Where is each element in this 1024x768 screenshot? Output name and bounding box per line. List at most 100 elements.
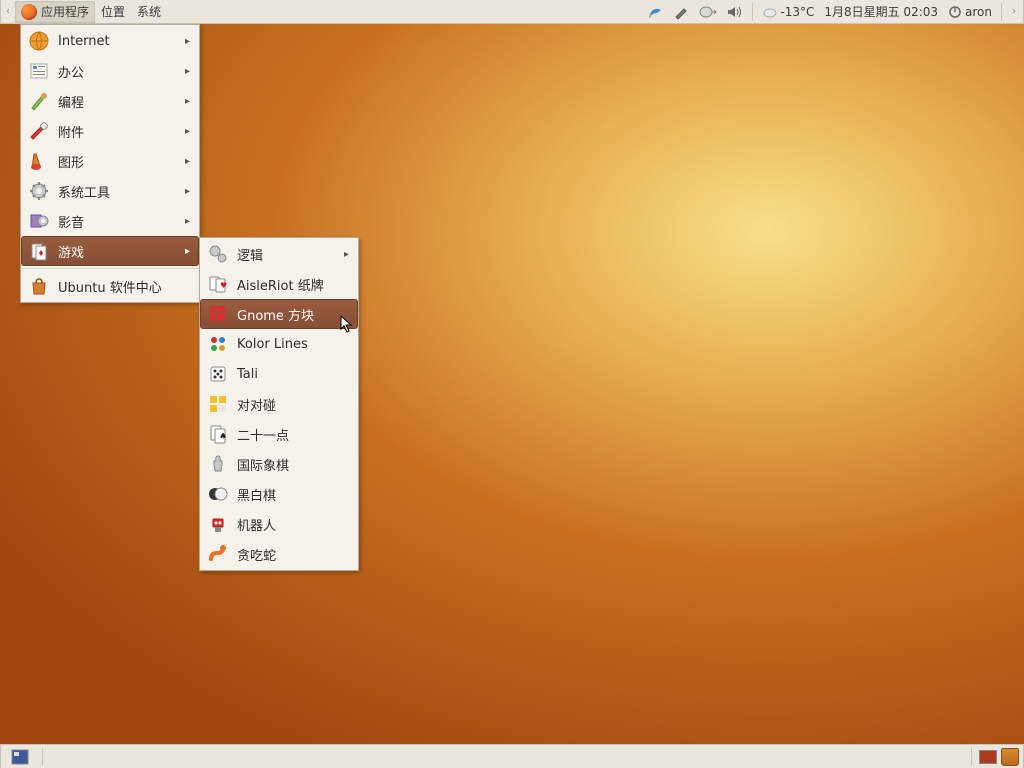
menu-item-label: 办公	[58, 62, 177, 81]
menu-item-label: 机器人	[237, 515, 349, 534]
games-menu-item-10[interactable]: 贪吃蛇	[200, 539, 358, 569]
software-center-item[interactable]: Ubuntu 软件中心	[21, 271, 199, 301]
dice-icon	[207, 363, 229, 385]
menu-item-label: Internet	[58, 34, 177, 49]
cards2-icon: ♥	[207, 273, 229, 295]
tray-weather[interactable]: -13°C	[758, 1, 818, 23]
menu-system[interactable]: 系统	[131, 1, 167, 23]
globe-icon	[28, 30, 50, 52]
app-menu-item-7[interactable]: 游戏 ▸	[21, 236, 199, 266]
menu-separator	[21, 268, 199, 269]
menu-item-label: 逻辑	[237, 245, 336, 264]
submenu-arrow-icon: ▸	[185, 156, 190, 167]
menu-system-label: 系统	[137, 3, 161, 20]
bottom-panel	[0, 744, 1024, 768]
submenu-arrow-icon: ▸	[185, 36, 190, 47]
menu-item-label: 系统工具	[58, 182, 177, 201]
cards-icon	[28, 240, 50, 262]
games-submenu: 逻辑 ▸ ♥ AisleRiot 纸牌 Gnome 方块 Kolor Lines Tali 对…	[199, 237, 359, 571]
temperature-label: -13°C	[780, 5, 814, 19]
app-menu-item-1[interactable]: 办公 ▸	[21, 56, 199, 86]
show-desktop-button[interactable]	[5, 746, 35, 768]
trash-icon[interactable]	[1001, 748, 1019, 766]
panel-separator	[42, 748, 43, 766]
tray-volume-icon[interactable]	[723, 1, 747, 23]
menu-applications[interactable]: 应用程序	[15, 1, 95, 23]
games-menu-item-2[interactable]: Gnome 方块	[200, 299, 358, 329]
menu-item-label: 二十一点	[237, 425, 349, 444]
tray-network-icon[interactable]	[695, 1, 721, 23]
tray-clock[interactable]: 1月8日星期五 02:03	[820, 1, 942, 23]
menu-places-label: 位置	[101, 3, 125, 20]
tray-thunderbird-icon[interactable]	[643, 1, 667, 23]
submenu-arrow-icon: ▸	[185, 186, 190, 197]
games-menu-item-4[interactable]: Tali	[200, 359, 358, 389]
tray-user-menu[interactable]: aron	[944, 1, 996, 23]
power-icon	[948, 5, 962, 19]
bag-icon	[28, 275, 50, 297]
submenu-arrow-icon: ▸	[185, 246, 190, 257]
tray-pen-icon[interactable]	[669, 1, 693, 23]
menu-item-label: AisleRiot 纸牌	[237, 275, 349, 294]
app-menu-item-0[interactable]: Internet ▸	[21, 26, 199, 56]
panel-scroll-left[interactable]: ‹	[1, 1, 15, 23]
tray-separator	[1001, 3, 1002, 21]
games-menu-item-9[interactable]: 机器人	[200, 509, 358, 539]
menu-places[interactable]: 位置	[95, 1, 131, 23]
bj-icon: ♠	[207, 423, 229, 445]
software-center-label: Ubuntu 软件中心	[58, 277, 190, 296]
games-menu-item-8[interactable]: 黑白棋	[200, 479, 358, 509]
office-icon	[28, 60, 50, 82]
svg-text:♠: ♠	[219, 432, 227, 442]
menu-item-label: Gnome 方块	[237, 305, 349, 324]
app-menu-item-2[interactable]: 编程▸	[21, 86, 199, 116]
applications-menu: Internet▸办公▸编程▸附件▸图形▸系统工具▸影音▸游戏▸Ubuntu 软…	[20, 24, 200, 303]
app-menu-item-5[interactable]: 系统工具 ▸	[21, 176, 199, 206]
submenu-arrow-icon: ▸	[185, 66, 190, 77]
knife-icon	[28, 120, 50, 142]
kolor-icon	[207, 333, 229, 355]
panel-scroll-right[interactable]: ›	[1007, 1, 1021, 23]
svg-text:♥: ♥	[220, 281, 227, 290]
media-icon	[28, 210, 50, 232]
gear-icon	[28, 180, 50, 202]
submenu-arrow-icon: ▸	[185, 96, 190, 107]
tray-separator	[752, 3, 753, 21]
submenu-arrow-icon: ▸	[185, 126, 190, 137]
match-icon	[207, 393, 229, 415]
menu-item-label: 对对碰	[237, 395, 349, 414]
menu-item-label: Tali	[237, 367, 349, 382]
menu-item-label: 贪吃蛇	[237, 545, 349, 564]
panel-separator	[971, 748, 972, 766]
system-tray: -13°C 1月8日星期五 02:03 aron ›	[643, 1, 1023, 23]
ubuntu-logo-icon	[21, 4, 37, 20]
app-menu-item-3[interactable]: 附件 ▸	[21, 116, 199, 146]
games-menu-item-3[interactable]: Kolor Lines	[200, 329, 358, 359]
weather-icon	[762, 5, 778, 19]
menu-item-label: 游戏	[58, 242, 177, 261]
gears-icon	[207, 243, 229, 265]
blocks-icon	[207, 303, 229, 325]
games-menu-item-7[interactable]: 国际象棋	[200, 449, 358, 479]
main-menu-bar: 应用程序 位置 系统	[15, 1, 167, 23]
menu-applications-label: 应用程序	[41, 3, 89, 20]
reversi-icon	[207, 483, 229, 505]
menu-item-label: 影音	[58, 212, 177, 231]
app-menu-item-6[interactable]: 影音 ▸	[21, 206, 199, 236]
submenu-arrow-icon: ▸	[185, 216, 190, 227]
games-menu-item-1[interactable]: ♥ AisleRiot 纸牌	[200, 269, 358, 299]
games-menu-item-6[interactable]: ♠ 二十一点	[200, 419, 358, 449]
menu-item-label: 附件	[58, 122, 177, 141]
snake-icon	[207, 543, 229, 565]
app-menu-item-4[interactable]: 图形▸	[21, 146, 199, 176]
submenu-arrow-icon: ▸	[344, 249, 349, 260]
workspace-switcher[interactable]	[979, 750, 997, 764]
games-menu-item-0[interactable]: 逻辑 ▸	[200, 239, 358, 269]
games-menu-item-5[interactable]: 对对碰	[200, 389, 358, 419]
menu-item-label: 黑白棋	[237, 485, 349, 504]
menu-item-label: Kolor Lines	[237, 337, 349, 352]
robot-icon	[207, 513, 229, 535]
menu-item-label: 国际象棋	[237, 455, 349, 474]
datetime-label: 1月8日星期五 02:03	[824, 3, 938, 20]
brush-icon	[28, 90, 50, 112]
